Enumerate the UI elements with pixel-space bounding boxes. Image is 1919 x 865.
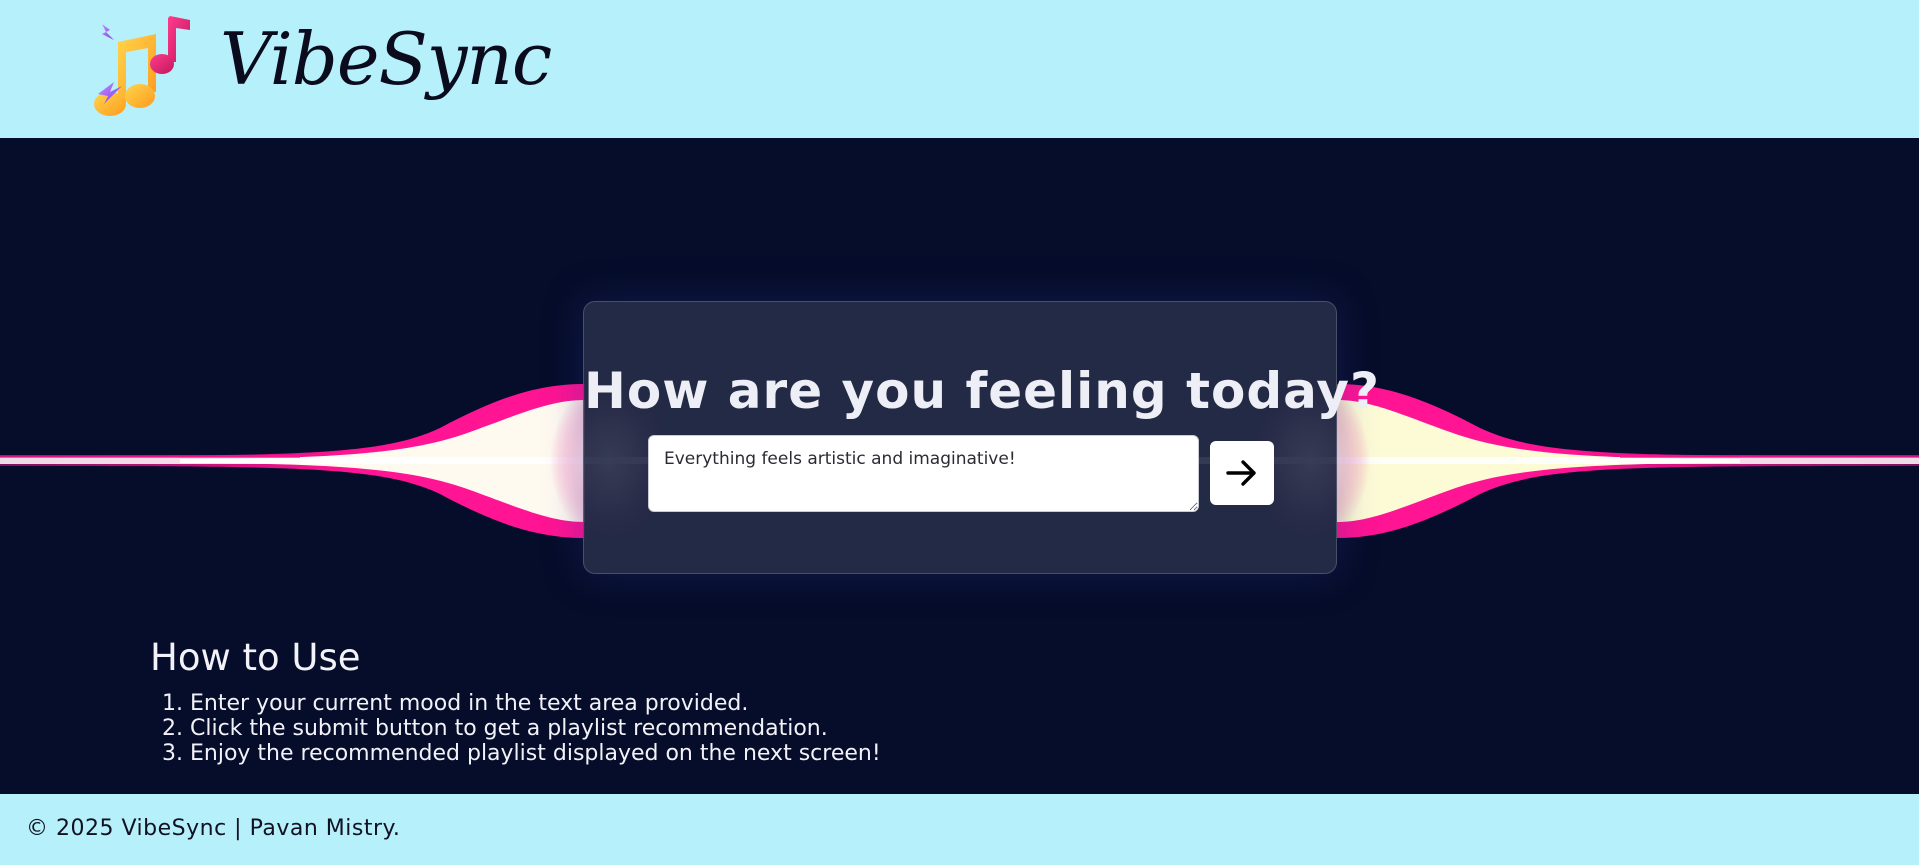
step-item: Enjoy the recommended playlist displayed… xyxy=(190,741,881,766)
mood-card: How are you feeling today? Everything fe… xyxy=(583,301,1380,574)
submit-button[interactable] xyxy=(1210,441,1274,505)
main-content: How are you feeling today? Everything fe… xyxy=(0,138,1919,794)
how-to-use-title: How to Use xyxy=(150,636,361,679)
step-item: Click the submit button to get a playlis… xyxy=(190,716,881,741)
mood-question-title: How are you feeling today? xyxy=(584,362,1380,420)
how-to-use-section: How to Use Enter your current mood in th… xyxy=(150,636,881,766)
site-header: VibeSync xyxy=(0,0,1919,138)
how-to-use-steps: Enter your current mood in the text area… xyxy=(150,691,881,766)
mood-input[interactable]: Everything feels artistic and imaginativ… xyxy=(648,435,1199,512)
music-notes-icon[interactable] xyxy=(88,12,200,124)
site-footer: © 2025 VibeSync | Pavan Mistry. xyxy=(0,794,1919,865)
brand-name[interactable]: VibeSync xyxy=(220,19,552,99)
arrow-right-icon xyxy=(1226,460,1256,486)
copyright-text: © 2025 VibeSync | Pavan Mistry. xyxy=(26,816,401,841)
step-item: Enter your current mood in the text area… xyxy=(190,691,881,716)
